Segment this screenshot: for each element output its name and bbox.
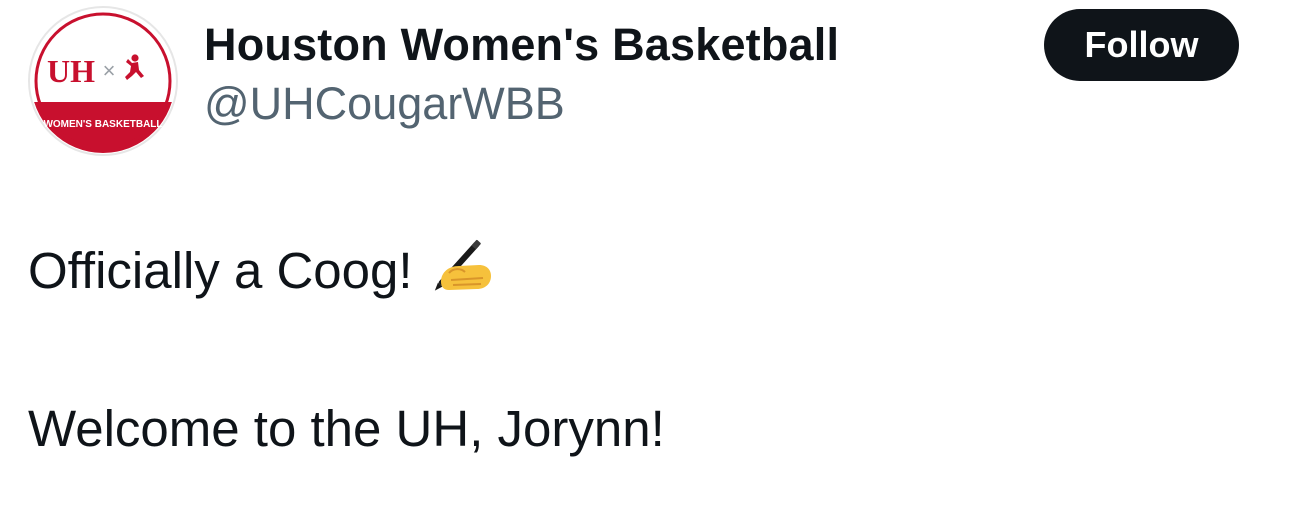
uh-logo-text: UH xyxy=(47,53,95,89)
tweet-line-2: Welcome to the UH, Jorynn! xyxy=(28,400,665,457)
tweet-line-1-text: Officially a Coog! xyxy=(28,242,413,299)
tweet-card: UH × WOMEN'S BASKETBALL Houston Women's … xyxy=(0,0,1290,506)
avatar-banner-text: WOMEN'S BASKETBALL xyxy=(43,119,162,130)
display-name[interactable]: Houston Women's Basketball xyxy=(204,18,839,72)
tweet-text: Officially a Coog! Welcome to the UH, Jo… xyxy=(28,232,1258,467)
follow-button[interactable]: Follow xyxy=(1044,9,1239,81)
logo-separator: × xyxy=(103,58,116,83)
avatar[interactable]: UH × WOMEN'S BASKETBALL xyxy=(28,6,178,156)
tweet-line-1: Officially a Coog! xyxy=(28,232,1258,315)
writing-hand-icon xyxy=(427,232,495,315)
account-handle[interactable]: @UHCougarWBB xyxy=(204,76,839,132)
tweet-header: UH × WOMEN'S BASKETBALL Houston Women's … xyxy=(28,6,1262,156)
account-names: Houston Women's Basketball @UHCougarWBB xyxy=(204,18,839,132)
uh-wbb-logo-icon: UH × WOMEN'S BASKETBALL xyxy=(28,6,178,156)
